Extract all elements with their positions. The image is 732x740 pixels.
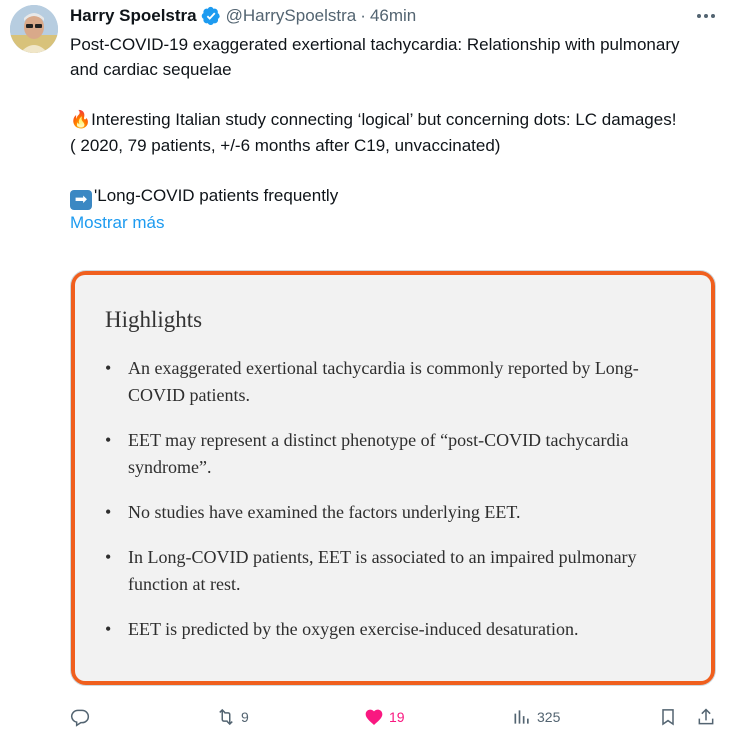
reply-button[interactable] — [70, 703, 90, 731]
highlight-item: An exaggerated exertional tachycardia is… — [101, 355, 681, 409]
highlights-card: Highlights An exaggerated exertional tac… — [75, 275, 711, 681]
tweet-text-line: Post-COVID-19 exaggerated exertional tac… — [70, 35, 680, 79]
author-name[interactable]: Harry Spoelstra — [70, 6, 197, 26]
highlight-item: No studies have examined the factors und… — [101, 499, 681, 526]
media-image[interactable]: Highlights An exaggerated exertional tac… — [70, 270, 716, 686]
views-count: 325 — [537, 709, 561, 725]
bookmark-icon — [662, 709, 674, 726]
highlights-list: An exaggerated exertional tachycardia is… — [101, 355, 681, 661]
highlight-item: In Long-COVID patients, EET is associate… — [101, 544, 681, 598]
tweet-text: Post-COVID-19 exaggerated exertional tac… — [70, 32, 710, 235]
highlights-title: Highlights — [105, 307, 203, 332]
fire-emoji-icon: 🔥 — [70, 110, 92, 130]
action-bar: 9 19 325 — [70, 703, 716, 731]
arrow-emoji-icon: ➡ — [70, 190, 92, 210]
retweet-icon — [219, 708, 233, 726]
tweet-text-span: Interesting Italian study connecting ‘lo… — [91, 110, 677, 129]
author-handle[interactable]: @HarrySpoelstra — [226, 6, 357, 26]
show-more-link[interactable]: Mostrar más — [70, 210, 710, 235]
highlight-item: EET is predicted by the oxygen exercise-… — [101, 616, 681, 643]
bookmark-button[interactable] — [658, 703, 678, 731]
like-button[interactable]: 19 — [364, 703, 405, 731]
retweet-count: 9 — [241, 709, 249, 725]
tweet-time[interactable]: 46min — [370, 6, 416, 26]
heart-icon — [365, 709, 383, 725]
avatar[interactable] — [10, 5, 58, 53]
share-button[interactable] — [696, 703, 716, 731]
tweet-text-span: 'Long-COVID patients frequently — [94, 186, 339, 205]
views-chart-icon — [514, 710, 529, 724]
header-separator: · — [360, 6, 366, 25]
views-button[interactable]: 325 — [512, 703, 560, 731]
reply-icon — [70, 709, 90, 727]
more-options-icon[interactable] — [694, 4, 718, 28]
share-icon — [698, 708, 714, 725]
verified-badge-icon — [201, 6, 221, 26]
tweet-text-line: 🔥Interesting Italian study connecting ‘l… — [70, 107, 710, 133]
tweet-text-line: ( 2020, 79 patients, +/-6 months after C… — [70, 136, 501, 155]
tweet-header: Harry Spoelstra @HarrySpoelstra · 46min — [70, 4, 718, 28]
like-count: 19 — [389, 709, 405, 725]
retweet-button[interactable]: 9 — [216, 703, 249, 731]
highlight-item: EET may represent a distinct phenotype o… — [101, 427, 681, 481]
tweet-text-line: ➡ 'Long-COVID patients frequently — [70, 183, 710, 210]
